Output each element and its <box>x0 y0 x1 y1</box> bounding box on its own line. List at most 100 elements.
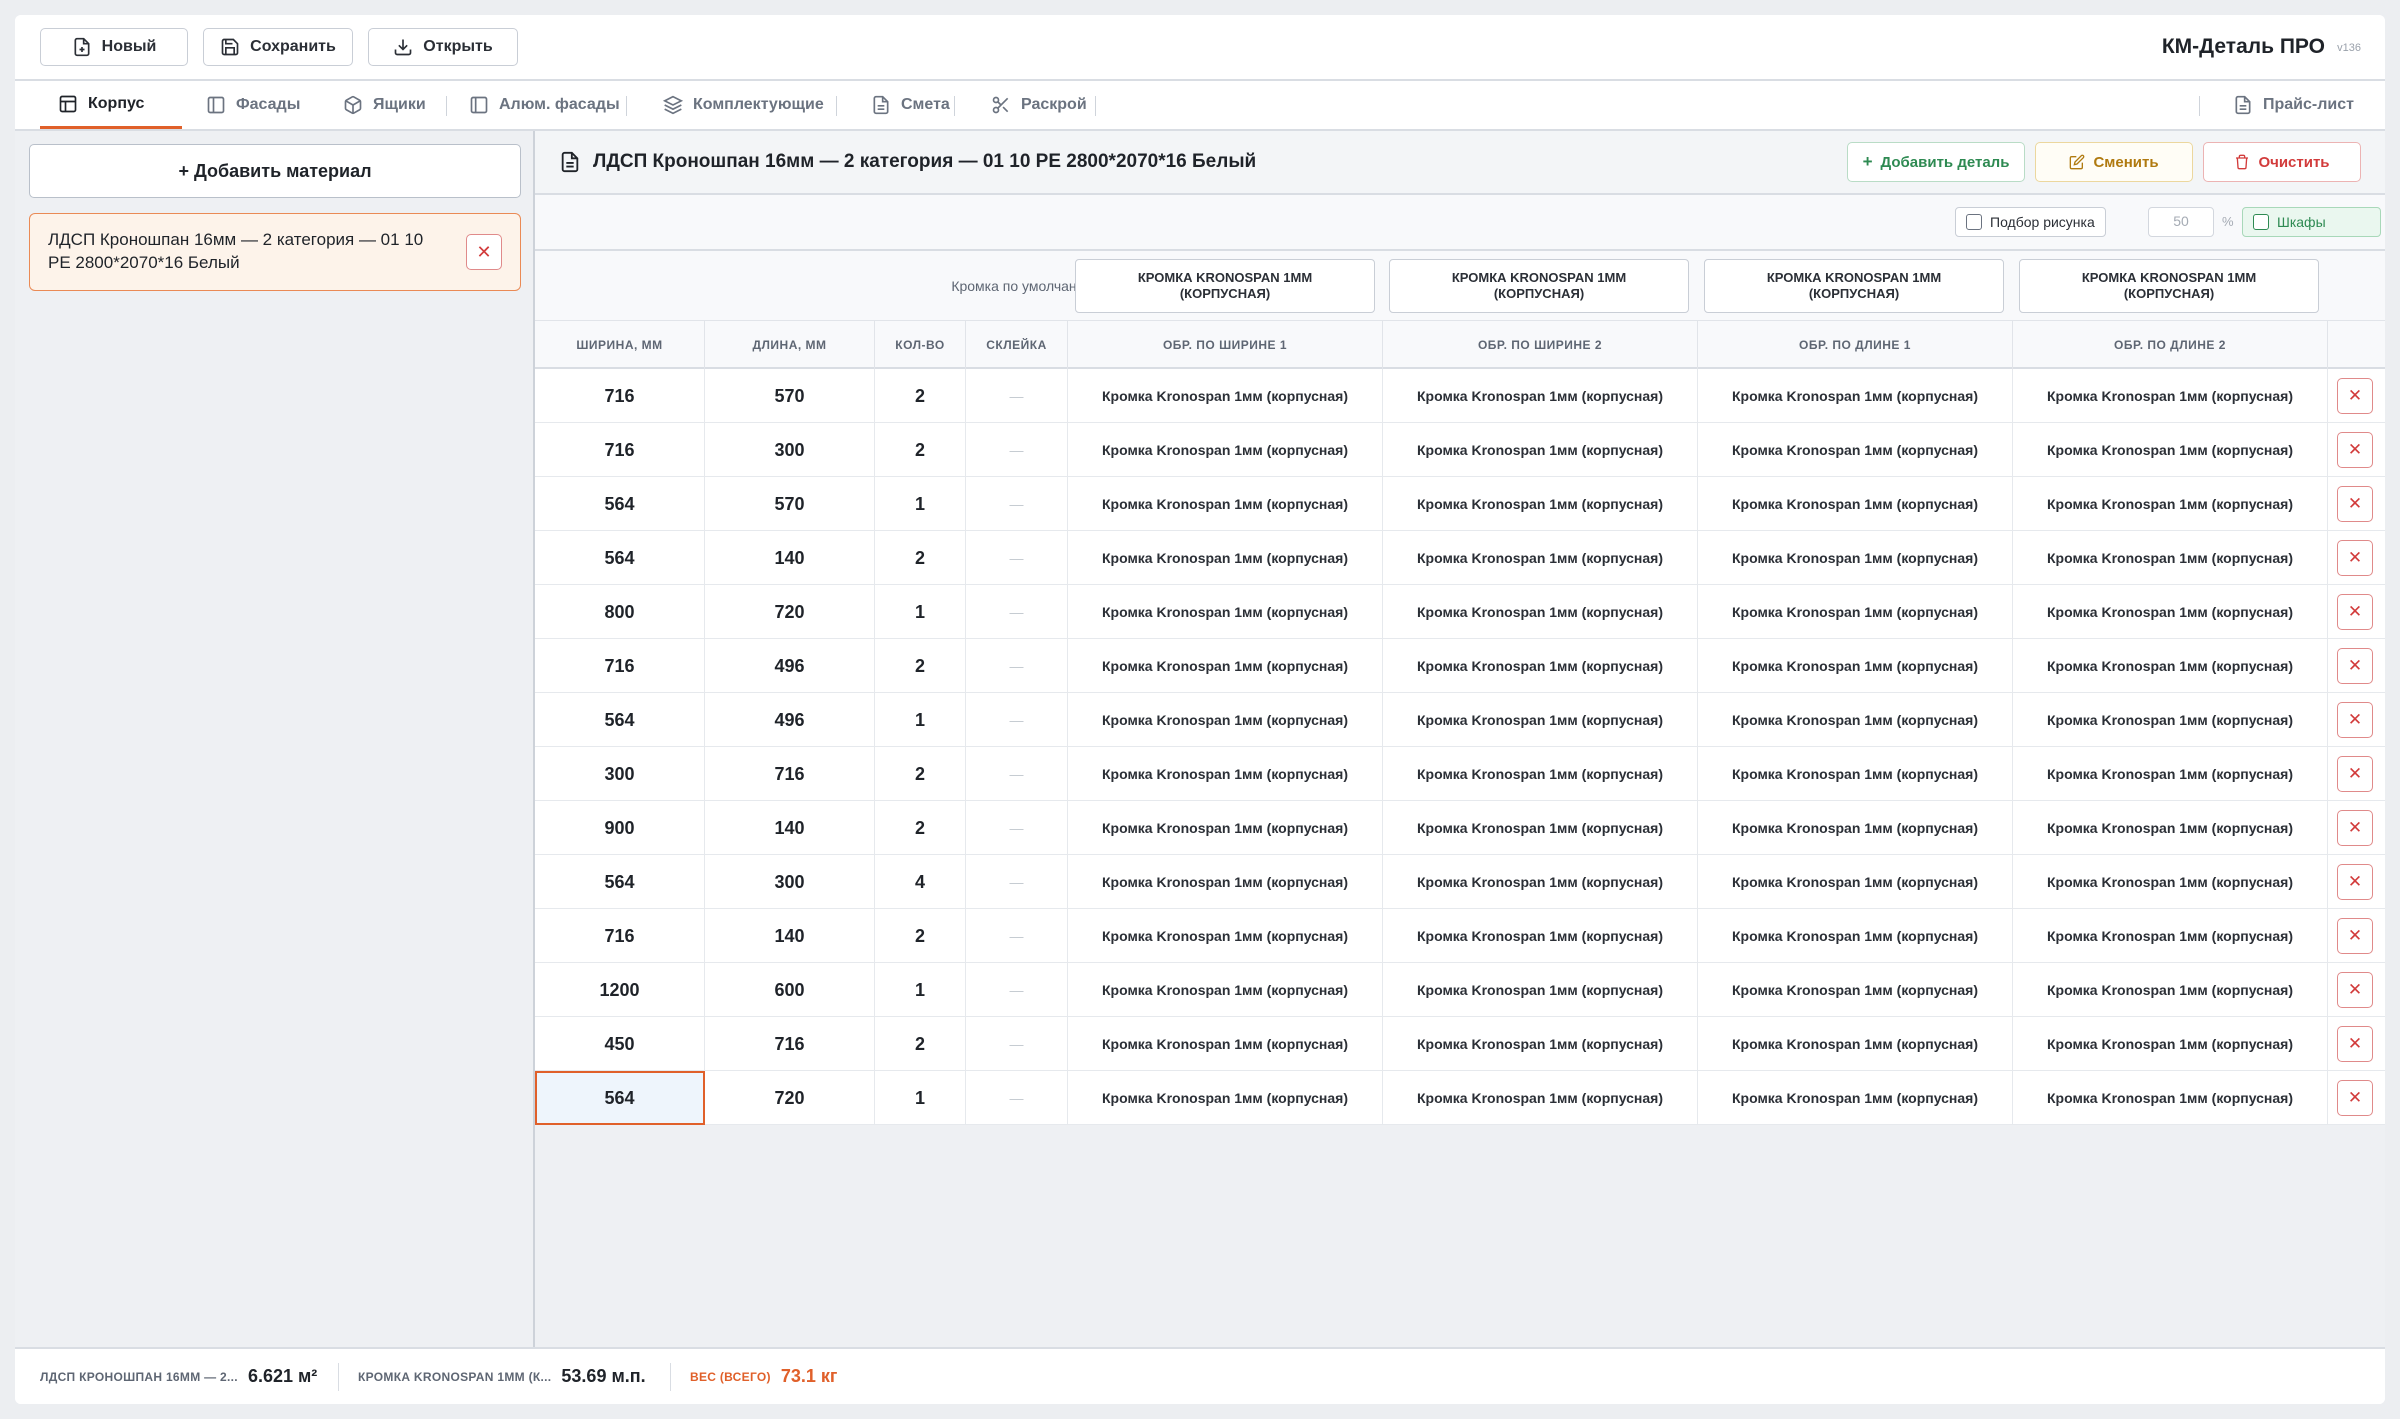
tab-korpus[interactable]: Корпус <box>40 81 182 129</box>
edge-width-2-cell[interactable]: Кромка Kronospan 1мм (корпусная) <box>1383 693 1698 747</box>
material-list-item[interactable]: ЛДСП Кроношпан 16мм — 2 категория — 01 1… <box>29 213 521 291</box>
edge-width-2-cell[interactable]: Кромка Kronospan 1мм (корпусная) <box>1383 531 1698 585</box>
quantity-cell[interactable]: 2 <box>875 369 966 423</box>
edge-length-2-cell[interactable]: Кромка Kronospan 1мм (корпусная) <box>2013 693 2328 747</box>
gluing-cell[interactable]: — <box>966 747 1068 801</box>
save-button[interactable]: Сохранить <box>203 28 353 66</box>
width-cell[interactable]: 564 <box>535 1071 705 1125</box>
edge-length-1-cell[interactable]: Кромка Kronospan 1мм (корпусная) <box>1698 693 2013 747</box>
edge-width-1-cell[interactable]: Кромка Kronospan 1мм (корпусная) <box>1068 477 1383 531</box>
edge-width-1-cell[interactable]: Кромка Kronospan 1мм (корпусная) <box>1068 909 1383 963</box>
delete-row-button[interactable]: ✕ <box>2337 486 2373 522</box>
edge-length-1-cell[interactable]: Кромка Kronospan 1мм (корпусная) <box>1698 1071 2013 1125</box>
length-cell[interactable]: 496 <box>705 639 875 693</box>
edge-width-1-cell[interactable]: Кромка Kronospan 1мм (корпусная) <box>1068 369 1383 423</box>
edge-length-2-cell[interactable]: Кромка Kronospan 1мм (корпусная) <box>2013 963 2328 1017</box>
width-cell[interactable]: 716 <box>535 639 705 693</box>
tab-raskroy[interactable]: Раскрой <box>973 81 1105 129</box>
edge-length-1-cell[interactable]: Кромка Kronospan 1мм (корпусная) <box>1698 1017 2013 1071</box>
tab-smeta[interactable]: Смета <box>853 81 968 129</box>
edge-length-2-cell[interactable]: Кромка Kronospan 1мм (корпусная) <box>2013 801 2328 855</box>
quantity-cell[interactable]: 1 <box>875 1071 966 1125</box>
edge-length-1-cell[interactable]: Кромка Kronospan 1мм (корпусная) <box>1698 963 2013 1017</box>
edge-length-1-cell[interactable]: Кромка Kronospan 1мм (корпусная) <box>1698 423 2013 477</box>
edge-width-1-cell[interactable]: Кромка Kronospan 1мм (корпусная) <box>1068 1071 1383 1125</box>
tab-yashchiki[interactable]: Ящики <box>325 81 444 129</box>
width-cell[interactable]: 564 <box>535 855 705 909</box>
gluing-cell[interactable]: — <box>966 477 1068 531</box>
length-cell[interactable]: 140 <box>705 909 875 963</box>
width-cell[interactable]: 564 <box>535 693 705 747</box>
edge-length-1-cell[interactable]: Кромка Kronospan 1мм (корпусная) <box>1698 747 2013 801</box>
edge-length-2-cell[interactable]: Кромка Kronospan 1мм (корпусная) <box>2013 423 2328 477</box>
edge-width-1-cell[interactable]: Кромка Kronospan 1мм (корпусная) <box>1068 747 1383 801</box>
edge-width-1-cell[interactable]: Кромка Kronospan 1мм (корпусная) <box>1068 963 1383 1017</box>
quantity-cell[interactable]: 2 <box>875 639 966 693</box>
edge-length-1-cell[interactable]: Кромка Kronospan 1мм (корпусная) <box>1698 909 2013 963</box>
add-detail-button[interactable]: + Добавить деталь <box>1847 142 2025 182</box>
quantity-cell[interactable]: 4 <box>875 855 966 909</box>
replace-button[interactable]: Сменить <box>2035 142 2193 182</box>
edge-length-2-cell[interactable]: Кромка Kronospan 1мм (корпусная) <box>2013 1017 2328 1071</box>
edge-default-select[interactable]: Кромка Kronospan 1мм (корпусная) <box>1704 259 2004 313</box>
quantity-cell[interactable]: 1 <box>875 693 966 747</box>
edge-length-2-cell[interactable]: Кромка Kronospan 1мм (корпусная) <box>2013 477 2328 531</box>
edge-width-1-cell[interactable]: Кромка Kronospan 1мм (корпусная) <box>1068 855 1383 909</box>
edge-width-1-cell[interactable]: Кромка Kronospan 1мм (корпусная) <box>1068 639 1383 693</box>
clear-button[interactable]: Очистить <box>2203 142 2361 182</box>
edge-default-select[interactable]: Кромка Kronospan 1мм (корпусная) <box>1075 259 1375 313</box>
edge-length-1-cell[interactable]: Кромка Kronospan 1мм (корпусная) <box>1698 855 2013 909</box>
edge-width-2-cell[interactable]: Кромка Kronospan 1мм (корпусная) <box>1383 1071 1698 1125</box>
edge-width-2-cell[interactable]: Кромка Kronospan 1мм (корпусная) <box>1383 1017 1698 1071</box>
edge-width-2-cell[interactable]: Кромка Kronospan 1мм (корпусная) <box>1383 909 1698 963</box>
width-cell[interactable]: 564 <box>535 477 705 531</box>
gluing-cell[interactable]: — <box>966 1071 1068 1125</box>
length-cell[interactable]: 720 <box>705 1071 875 1125</box>
length-cell[interactable]: 720 <box>705 585 875 639</box>
pattern-percent-input[interactable]: 50 <box>2148 207 2214 237</box>
delete-row-button[interactable]: ✕ <box>2337 864 2373 900</box>
gluing-cell[interactable]: — <box>966 963 1068 1017</box>
edge-width-2-cell[interactable]: Кромка Kronospan 1мм (корпусная) <box>1383 747 1698 801</box>
delete-row-button[interactable]: ✕ <box>2337 432 2373 468</box>
delete-row-button[interactable]: ✕ <box>2337 1080 2373 1116</box>
edge-length-1-cell[interactable]: Кромка Kronospan 1мм (корпусная) <box>1698 801 2013 855</box>
gluing-cell[interactable]: — <box>966 801 1068 855</box>
width-cell[interactable]: 300 <box>535 747 705 801</box>
length-cell[interactable]: 140 <box>705 531 875 585</box>
length-cell[interactable]: 140 <box>705 801 875 855</box>
edge-width-1-cell[interactable]: Кромка Kronospan 1мм (корпусная) <box>1068 585 1383 639</box>
length-cell[interactable]: 570 <box>705 477 875 531</box>
edge-length-2-cell[interactable]: Кромка Kronospan 1мм (корпусная) <box>2013 1071 2328 1125</box>
length-cell[interactable]: 496 <box>705 693 875 747</box>
gluing-cell[interactable]: — <box>966 531 1068 585</box>
edge-width-2-cell[interactable]: Кромка Kronospan 1мм (корпусная) <box>1383 639 1698 693</box>
price-list-tab[interactable]: Прайс-лист <box>2215 81 2372 129</box>
width-cell[interactable]: 564 <box>535 531 705 585</box>
gluing-cell[interactable]: — <box>966 909 1068 963</box>
edge-length-2-cell[interactable]: Кромка Kronospan 1мм (корпусная) <box>2013 747 2328 801</box>
edge-length-2-cell[interactable]: Кромка Kronospan 1мм (корпусная) <box>2013 531 2328 585</box>
width-cell[interactable]: 716 <box>535 909 705 963</box>
quantity-cell[interactable]: 2 <box>875 531 966 585</box>
edge-length-1-cell[interactable]: Кромка Kronospan 1мм (корпусная) <box>1698 477 2013 531</box>
delete-row-button[interactable]: ✕ <box>2337 756 2373 792</box>
quantity-cell[interactable]: 1 <box>875 477 966 531</box>
edge-width-2-cell[interactable]: Кромка Kronospan 1мм (корпусная) <box>1383 369 1698 423</box>
width-cell[interactable]: 800 <box>535 585 705 639</box>
quantity-cell[interactable]: 2 <box>875 423 966 477</box>
edge-length-2-cell[interactable]: Кромка Kronospan 1мм (корпусная) <box>2013 855 2328 909</box>
edge-width-2-cell[interactable]: Кромка Kronospan 1мм (корпусная) <box>1383 801 1698 855</box>
gluing-cell[interactable]: — <box>966 1017 1068 1071</box>
delete-row-button[interactable]: ✕ <box>2337 810 2373 846</box>
open-button[interactable]: Открыть <box>368 28 518 66</box>
width-cell[interactable]: 716 <box>535 369 705 423</box>
edge-default-select[interactable]: Кромка Kronospan 1мм (корпусная) <box>1389 259 1689 313</box>
delete-row-button[interactable]: ✕ <box>2337 540 2373 576</box>
quantity-cell[interactable]: 1 <box>875 963 966 1017</box>
edge-length-2-cell[interactable]: Кромка Kronospan 1мм (корпусная) <box>2013 585 2328 639</box>
tab-fasady[interactable]: Фасады <box>188 81 318 129</box>
quantity-cell[interactable]: 2 <box>875 801 966 855</box>
delete-row-button[interactable]: ✕ <box>2337 918 2373 954</box>
tab-komplektuyushchie[interactable]: Комплектующие <box>645 81 842 129</box>
